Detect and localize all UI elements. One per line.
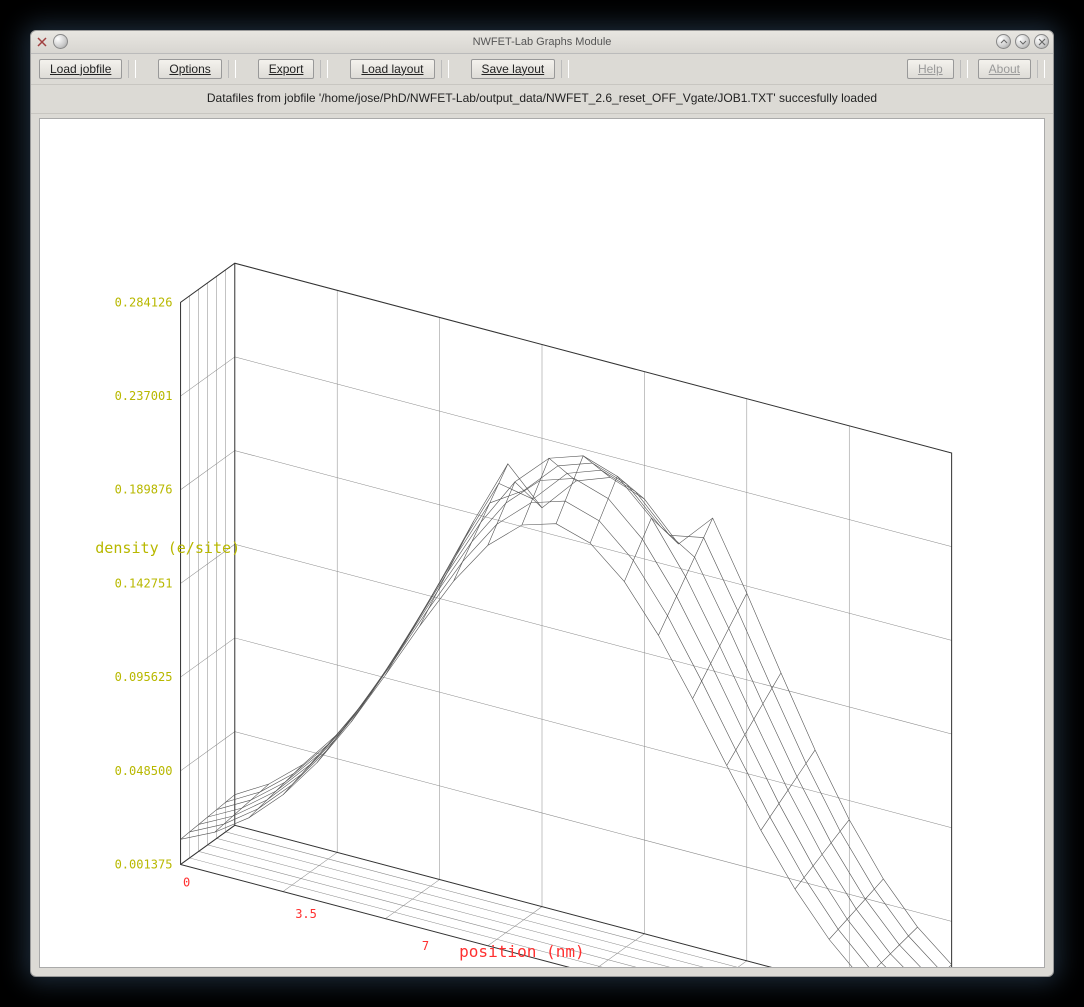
titlebar-button-1[interactable] <box>53 34 68 49</box>
load-jobfile-button[interactable]: Load jobfile <box>39 59 122 79</box>
window-title: NWFET-Lab Graphs Module <box>31 36 1053 48</box>
svg-text:0.142751: 0.142751 <box>115 576 173 590</box>
app-window: NWFET-Lab Graphs Module Load jobfile Opt… <box>30 30 1054 977</box>
toolbar-separator <box>441 60 449 78</box>
load-layout-button[interactable]: Load layout <box>350 59 434 79</box>
toolbar-separator <box>960 60 968 78</box>
svg-text:density (e/site): density (e/site) <box>95 539 240 557</box>
svg-text:position (nm): position (nm) <box>459 941 585 960</box>
svg-text:0: 0 <box>183 875 190 889</box>
minimize-button[interactable] <box>996 34 1011 49</box>
svg-text:0.284126: 0.284126 <box>115 295 173 309</box>
svg-text:0.237001: 0.237001 <box>115 389 173 403</box>
toolbar-separator <box>228 60 236 78</box>
close-button[interactable] <box>1034 34 1049 49</box>
about-button[interactable]: About <box>978 59 1031 79</box>
toolbar: Load jobfile Options Export Load layout … <box>31 54 1053 85</box>
svg-text:0.048500: 0.048500 <box>115 763 173 777</box>
app-menu-icon[interactable] <box>35 35 49 49</box>
help-button[interactable]: Help <box>907 59 954 79</box>
toolbar-separator <box>320 60 328 78</box>
svg-text:7: 7 <box>422 938 429 952</box>
maximize-button[interactable] <box>1015 34 1030 49</box>
svg-text:0.189876: 0.189876 <box>115 482 173 496</box>
save-layout-button[interactable]: Save layout <box>471 59 556 79</box>
options-button[interactable]: Options <box>158 59 221 79</box>
export-button[interactable]: Export <box>258 59 315 79</box>
svg-text:3.5: 3.5 <box>295 907 317 921</box>
status-message: Datafiles from jobfile '/home/jose/PhD/N… <box>31 85 1053 114</box>
plot-3d-canvas[interactable]: 0.001375 0.048500 0.095625 0.142751 0.189876… <box>39 118 1045 968</box>
titlebar: NWFET-Lab Graphs Module <box>31 31 1053 54</box>
toolbar-separator <box>1037 60 1045 78</box>
svg-text:0.095625: 0.095625 <box>115 670 173 684</box>
svg-text:0.001375: 0.001375 <box>115 857 173 871</box>
toolbar-separator <box>561 60 569 78</box>
toolbar-separator <box>128 60 136 78</box>
